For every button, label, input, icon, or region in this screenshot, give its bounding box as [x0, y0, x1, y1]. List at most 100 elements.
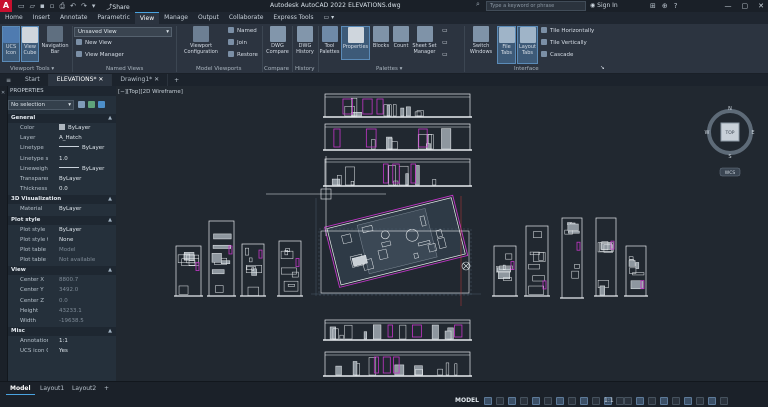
toggle-pickadd-icon[interactable]: [78, 101, 85, 108]
property-row[interactable]: Center X 8800.7: [8, 275, 116, 285]
autoscale-icon[interactable]: [616, 397, 624, 405]
hardware-acceleration-icon[interactable]: [696, 397, 704, 405]
app-menu-button[interactable]: A: [0, 0, 12, 12]
annotation-monitor-icon[interactable]: [636, 397, 644, 405]
undo-icon[interactable]: ↶: [70, 2, 76, 10]
layout-tabs-button[interactable]: Layout Tabs: [517, 26, 538, 64]
property-section-header[interactable]: Plot style ▲: [8, 215, 116, 225]
redo-icon[interactable]: ↷: [81, 2, 87, 10]
property-row[interactable]: UCS icon On Yes: [8, 346, 116, 356]
sign-in-button[interactable]: ◉ Sign In: [590, 0, 618, 12]
ribbon-tab-annotate[interactable]: Annotate: [55, 12, 92, 24]
property-row[interactable]: Layer A_Hatch: [8, 133, 116, 143]
select-objects-icon[interactable]: [88, 101, 95, 108]
properties-palette-titlebar[interactable]: ✕: [0, 86, 8, 381]
layout-tab[interactable]: Layout1: [36, 382, 68, 395]
new-view-button[interactable]: New View: [76, 39, 112, 47]
property-section-header[interactable]: View ▲: [8, 266, 116, 276]
property-row[interactable]: Width -19638.5: [8, 316, 116, 326]
tile-vertically-button[interactable]: Tile Vertically: [541, 39, 587, 47]
doc-tab[interactable]: ELEVATIONS* ✕: [48, 74, 113, 86]
property-row[interactable]: Linetype sc... 1.0: [8, 154, 116, 164]
property-row[interactable]: Color ByLayer: [8, 123, 116, 133]
close-tab-icon[interactable]: ✕: [96, 76, 103, 83]
palettes-more-icon[interactable]: ▭: [442, 39, 448, 47]
save-icon[interactable]: ▪: [40, 2, 45, 10]
property-row[interactable]: Plot table a... Model: [8, 245, 116, 255]
property-section-header[interactable]: General ▲: [8, 114, 116, 123]
viewport-controls-label[interactable]: [−][Top][2D Wireframe]: [118, 88, 183, 96]
object-snap-icon[interactable]: [556, 397, 564, 405]
collapse-icon[interactable]: ▲: [108, 266, 112, 275]
palette-close-icon[interactable]: ✕: [1, 90, 5, 96]
cascade-button[interactable]: Cascade: [541, 51, 573, 59]
grid-icon[interactable]: [484, 397, 492, 405]
save-as-icon[interactable]: ▫: [50, 2, 55, 10]
view-manager-button[interactable]: View Manager: [76, 51, 124, 59]
file-tabs-button[interactable]: File Tabs: [497, 26, 516, 64]
open-file-icon[interactable]: ▱: [30, 2, 35, 10]
property-section-header[interactable]: 3D Visualization ▲: [8, 195, 116, 205]
property-row[interactable]: Annotation... 1:1: [8, 336, 116, 346]
collapse-icon[interactable]: ▲: [108, 327, 112, 336]
palettes-panel-label[interactable]: Palettes ▾: [376, 65, 402, 73]
annotation-scale[interactable]: 1:1: [604, 396, 614, 406]
viewport-tools-panel-label[interactable]: Viewport Tools ▾: [10, 65, 54, 73]
switch-windows-button[interactable]: Switch Windows: [467, 26, 495, 64]
chevron-down-icon[interactable]: ▾: [92, 2, 96, 10]
lineweight-icon[interactable]: [568, 397, 576, 405]
cart-icon[interactable]: ⊞: [650, 0, 656, 12]
maximize-icon[interactable]: ▢: [742, 0, 749, 12]
lock-ui-icon[interactable]: [672, 397, 680, 405]
navigation-bar-button[interactable]: Navigation Bar: [40, 26, 70, 62]
file-tabs-menu-icon[interactable]: ≡: [0, 77, 17, 84]
quick-properties-icon[interactable]: [660, 397, 668, 405]
polar-icon[interactable]: [520, 397, 528, 405]
isolate-objects-icon[interactable]: [684, 397, 692, 405]
ribbon-tab-view[interactable]: View: [134, 11, 160, 25]
transparency-icon[interactable]: [580, 397, 588, 405]
units-icon[interactable]: [648, 397, 656, 405]
layout-tab[interactable]: Layout2: [68, 382, 100, 395]
new-file-icon[interactable]: ▭: [18, 2, 25, 10]
search-icon[interactable]: ⌕: [476, 0, 480, 9]
tile-horizontally-button[interactable]: Tile Horizontally: [541, 27, 594, 35]
ribbon-tab-parametric[interactable]: Parametric: [92, 12, 135, 24]
workspace-icon[interactable]: [624, 397, 632, 405]
plot-icon[interactable]: ⎙: [60, 2, 66, 11]
palettes-more-icon[interactable]: ▭: [442, 27, 448, 35]
model-space-button[interactable]: MODEL: [455, 396, 479, 406]
search-input[interactable]: Type a keyword or phrase: [486, 1, 586, 11]
named-viewports-button[interactable]: Named: [228, 27, 257, 35]
restore-button[interactable]: Restore: [228, 51, 258, 59]
dwg-compare-button[interactable]: DWG Compare: [264, 26, 291, 64]
ribbon-tab-express-tools[interactable]: Express Tools: [268, 12, 318, 24]
property-row[interactable]: Material ByLayer: [8, 204, 116, 214]
join-button[interactable]: Join: [228, 39, 247, 47]
help-icon[interactable]: ?: [674, 0, 678, 12]
share-button[interactable]: ⤴ Share: [106, 2, 129, 11]
count-button[interactable]: Count: [392, 26, 410, 60]
ribbon-options-icon[interactable]: ▭ ▾: [319, 12, 340, 24]
isodraft-icon[interactable]: [532, 397, 540, 405]
ribbon-tab-home[interactable]: Home: [0, 12, 28, 24]
selection-cycling-icon[interactable]: [592, 397, 600, 405]
palettes-more-icon[interactable]: ▭: [442, 51, 448, 59]
sheet-set-manager-button[interactable]: Sheet Set Manager: [411, 26, 438, 64]
named-view-dropdown[interactable]: Unsaved View ▾: [74, 27, 172, 37]
quick-select-icon[interactable]: [98, 101, 105, 108]
customization-icon[interactable]: [720, 397, 728, 405]
property-row[interactable]: Center Y 3492.0: [8, 285, 116, 295]
ribbon-tab-insert[interactable]: Insert: [28, 12, 55, 24]
ribbon-tab-collaborate[interactable]: Collaborate: [224, 12, 269, 24]
collapse-icon[interactable]: ▲: [108, 216, 112, 225]
close-icon[interactable]: ✕: [758, 0, 764, 12]
blocks-button[interactable]: Blocks: [371, 26, 391, 60]
collapse-icon[interactable]: ▲: [108, 114, 112, 123]
clean-screen-icon[interactable]: [708, 397, 716, 405]
property-row[interactable]: Center Z 0.0: [8, 296, 116, 306]
new-tab-icon[interactable]: +: [168, 77, 185, 84]
property-row[interactable]: Transparency ByLayer: [8, 174, 116, 184]
new-layout-icon[interactable]: +: [100, 382, 113, 395]
connect-icon[interactable]: ⊕: [662, 0, 668, 12]
